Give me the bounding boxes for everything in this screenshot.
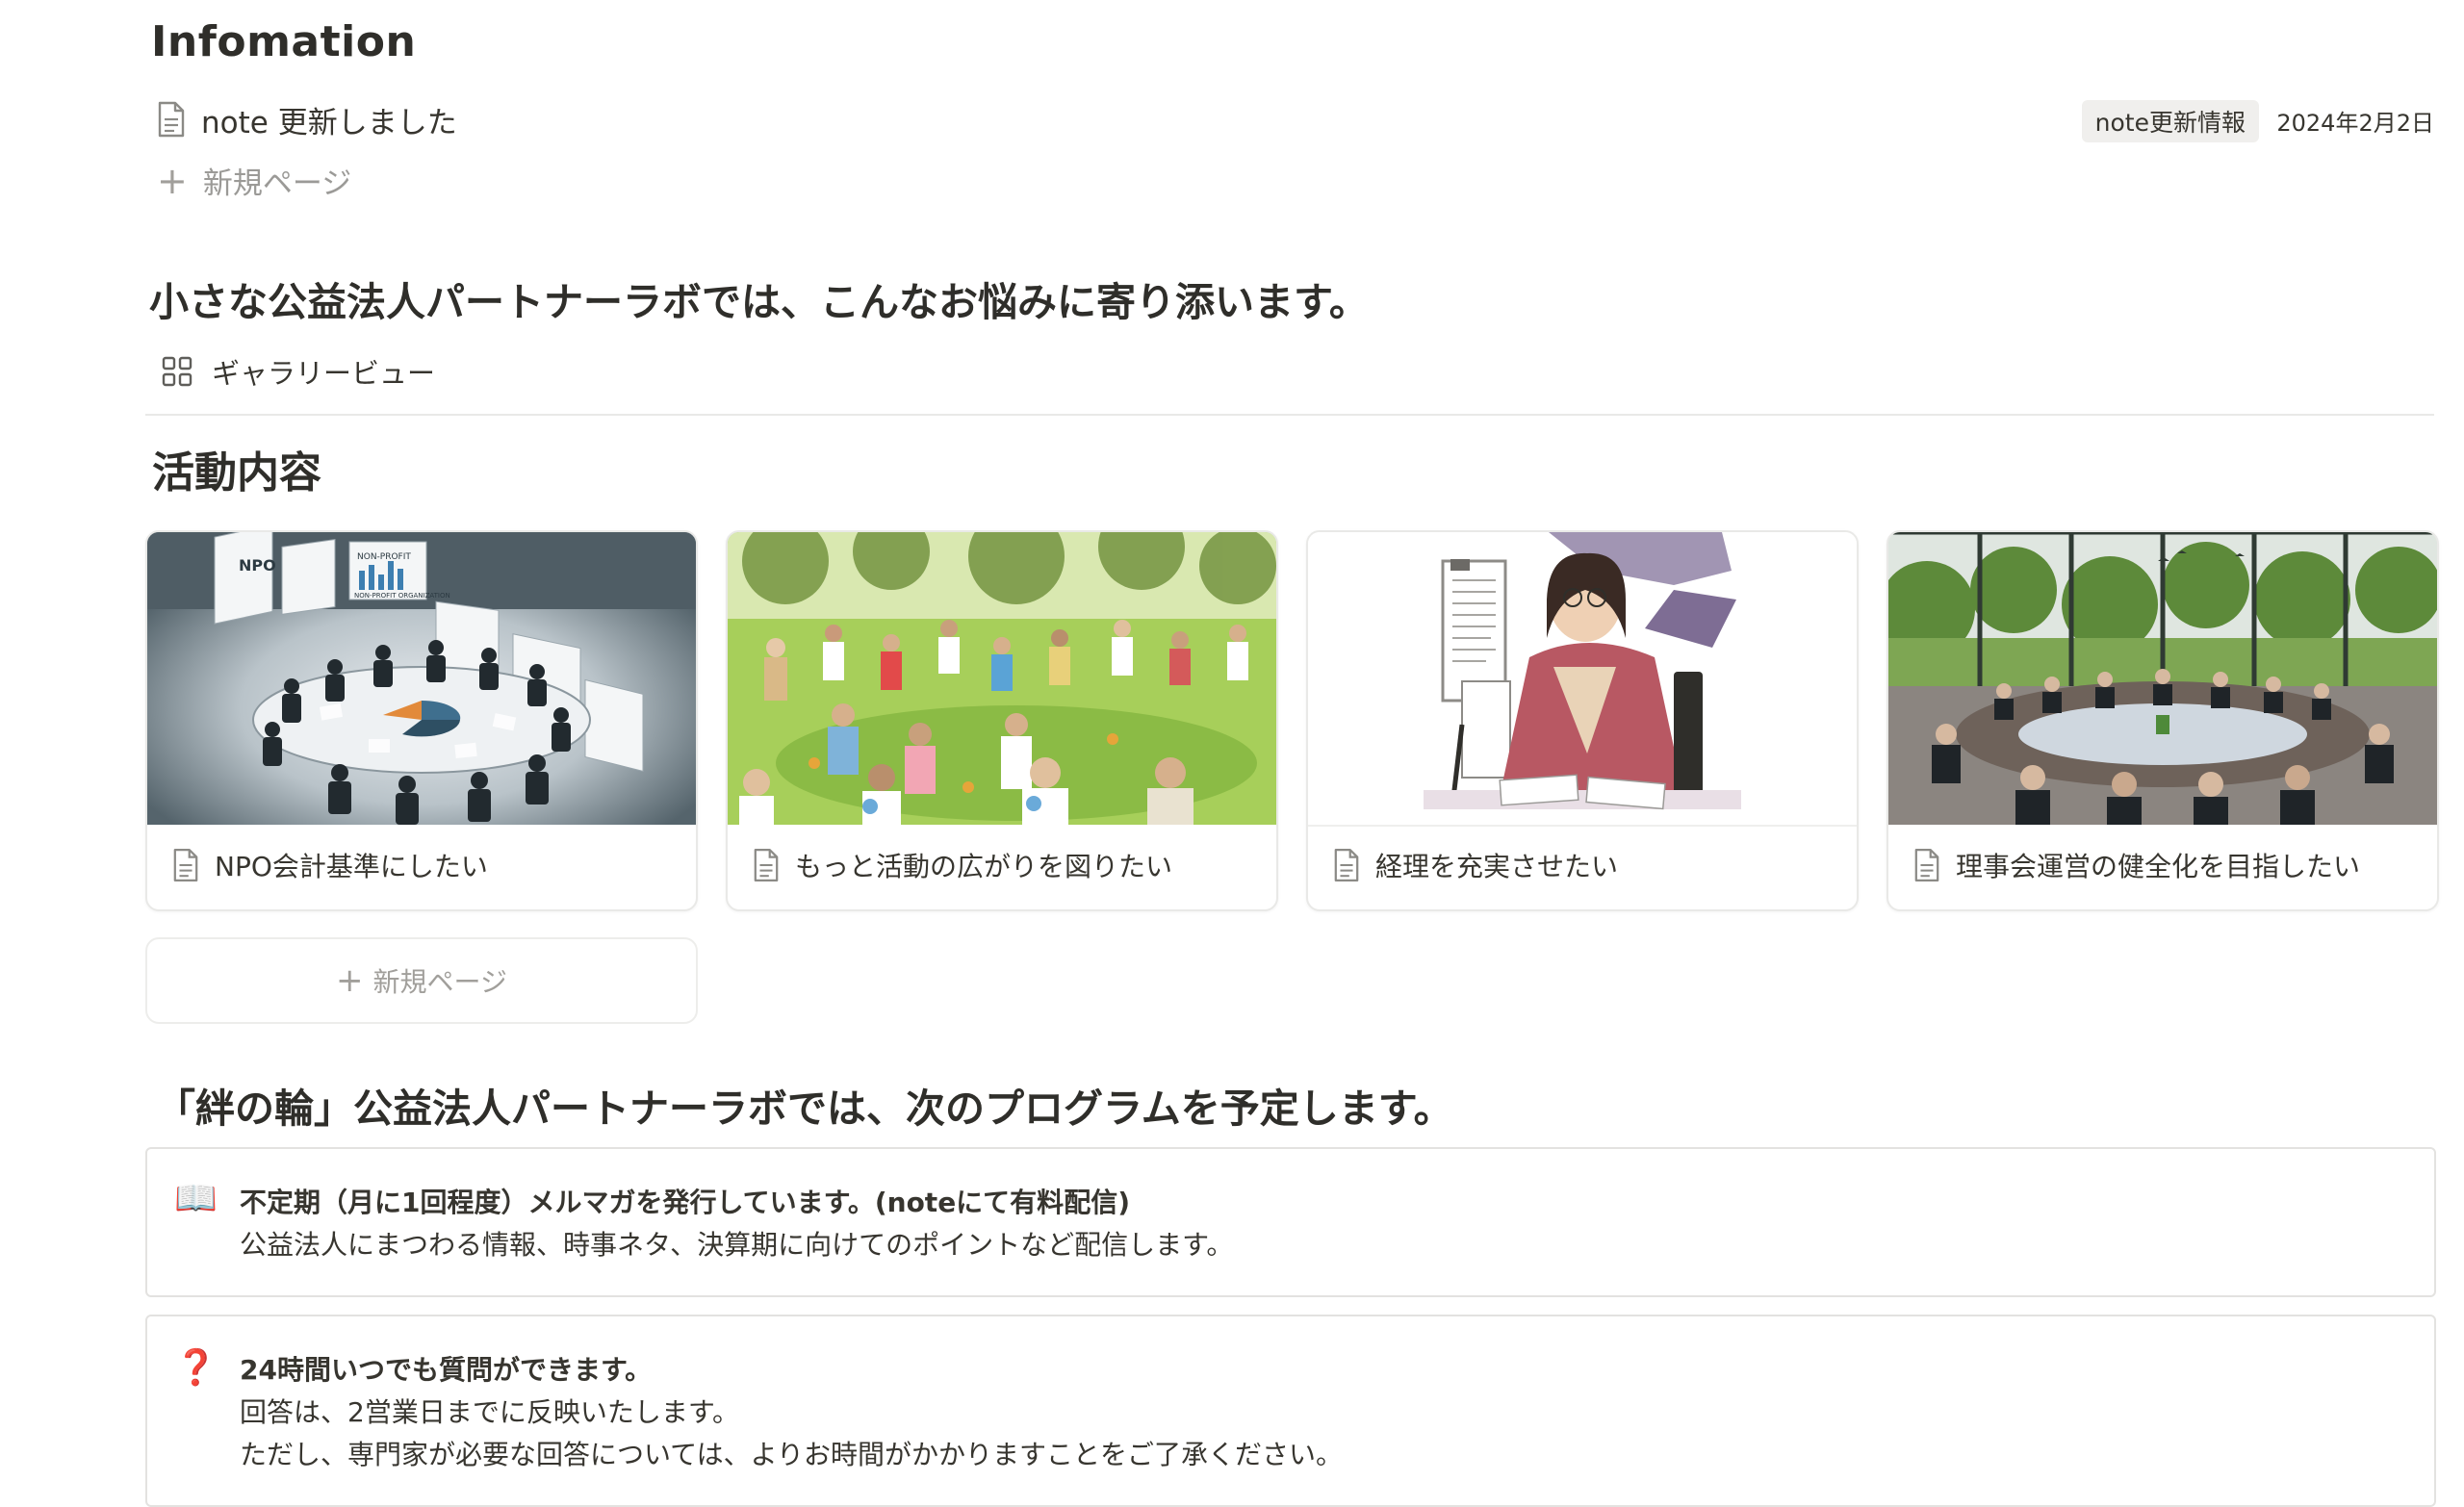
card-caption: もっと活動の広がりを図りたい — [753, 846, 1172, 884]
card-image-accountant-illustration — [1308, 532, 1857, 827]
page-icon — [754, 849, 779, 881]
section-heading-information: Infomation — [151, 17, 417, 66]
card-caption: 理事会運営の健全化を目指したい — [1913, 846, 2360, 884]
gallery-view-label: ギャラリービュー — [212, 357, 436, 390]
gallery-card-npo-accounting[interactable]: NPO NON-PROFIT NON-PROFIT ORGANIZATION N… — [145, 530, 698, 911]
gallery-grid-icon — [162, 356, 192, 387]
npo-image-text-3: NON-PROFIT ORGANIZATION — [354, 592, 450, 600]
new-page-button[interactable]: + 新規ページ — [157, 159, 351, 202]
callout-line: ただし、専門家が必要な回答については、よりお時間がかかりますことをご了承ください… — [240, 1439, 1344, 1470]
divider — [145, 414, 2434, 416]
callout-title: 不定期（月に1回程度）メルマガを発行しています。(noteにて有料配信) — [240, 1187, 1130, 1218]
card-title: 理事会運営の健全化を目指したい — [1956, 851, 2361, 882]
gallery-new-page-button[interactable]: + 新規ページ — [145, 937, 698, 1024]
card-caption: NPO会計基準にしたい — [172, 846, 488, 884]
card-caption: 経理を充実させたい — [1333, 846, 1618, 884]
plus-icon: + — [336, 961, 364, 1000]
callout-line: 回答は、2営業日までに反映いたします。 — [240, 1396, 740, 1428]
new-page-label: 新規ページ — [372, 966, 507, 998]
card-image-npo-meeting: NPO NON-PROFIT NON-PROFIT ORGANIZATION — [147, 532, 696, 825]
page-icon — [173, 849, 198, 881]
card-image-boardroom — [1888, 532, 2437, 825]
npo-image-text-2: NON-PROFIT — [357, 552, 411, 562]
card-title: もっと活動の広がりを図りたい — [795, 851, 1173, 882]
page-icon — [1914, 849, 1939, 881]
note-update-row[interactable]: note 更新しました note更新情報 2024年2月2日 — [157, 96, 2434, 142]
note-tag-badge: note更新情報 — [2081, 100, 2259, 142]
lead-heading: 小さな公益法人パートナーラボでは、こんなお悩みに寄り添います。 — [149, 279, 1369, 325]
callout-text: 不定期（月に1回程度）メルマガを発行しています。(noteにて有料配信) 公益法… — [240, 1182, 1233, 1266]
program-heading: 「絆の輪」公益法人パートナーラボでは、次のプログラムを予定します。 — [156, 1086, 1453, 1132]
open-book-icon: 📖 — [174, 1179, 218, 1218]
card-title: NPO会計基準にしたい — [215, 851, 488, 882]
callout-newsletter: 📖 不定期（月に1回程度）メルマガを発行しています。(noteにて有料配信) 公… — [145, 1147, 2436, 1297]
gallery-view-tab[interactable]: ギャラリービュー — [162, 351, 435, 392]
npo-image-text: NPO — [239, 556, 276, 575]
gallery-card-accounting[interactable]: 経理を充実させたい — [1306, 530, 1859, 911]
page-icon — [158, 101, 185, 138]
note-title: note 更新しました — [201, 105, 457, 140]
gallery-card-board-governance[interactable]: 理事会運営の健全化を目指したい — [1886, 530, 2439, 911]
card-image-community-garden — [728, 532, 1276, 825]
question-mark-icon: ❓ — [174, 1348, 218, 1388]
note-date: 2024年2月2日 — [2276, 110, 2434, 137]
page-icon — [1334, 849, 1359, 881]
gallery-card-expand-activities[interactable]: もっと活動の広がりを図りたい — [726, 530, 1278, 911]
new-page-label: 新規ページ — [202, 166, 352, 201]
callout-questions: ❓ 24時間いつでも質問ができます。 回答は、2営業日までに反映いたします。 た… — [145, 1315, 2436, 1507]
plus-icon: + — [157, 159, 188, 202]
callout-text: 24時間いつでも質問ができます。 回答は、2営業日までに反映いたします。 ただし… — [240, 1349, 1343, 1476]
callout-title: 24時間いつでも質問ができます。 — [240, 1354, 653, 1386]
card-title: 経理を充実させたい — [1375, 851, 1619, 882]
activities-heading: 活動内容 — [152, 448, 321, 498]
callout-line: 公益法人にまつわる情報、時事ネタ、決算期に向けてのポイントなど配信します。 — [240, 1229, 1234, 1261]
